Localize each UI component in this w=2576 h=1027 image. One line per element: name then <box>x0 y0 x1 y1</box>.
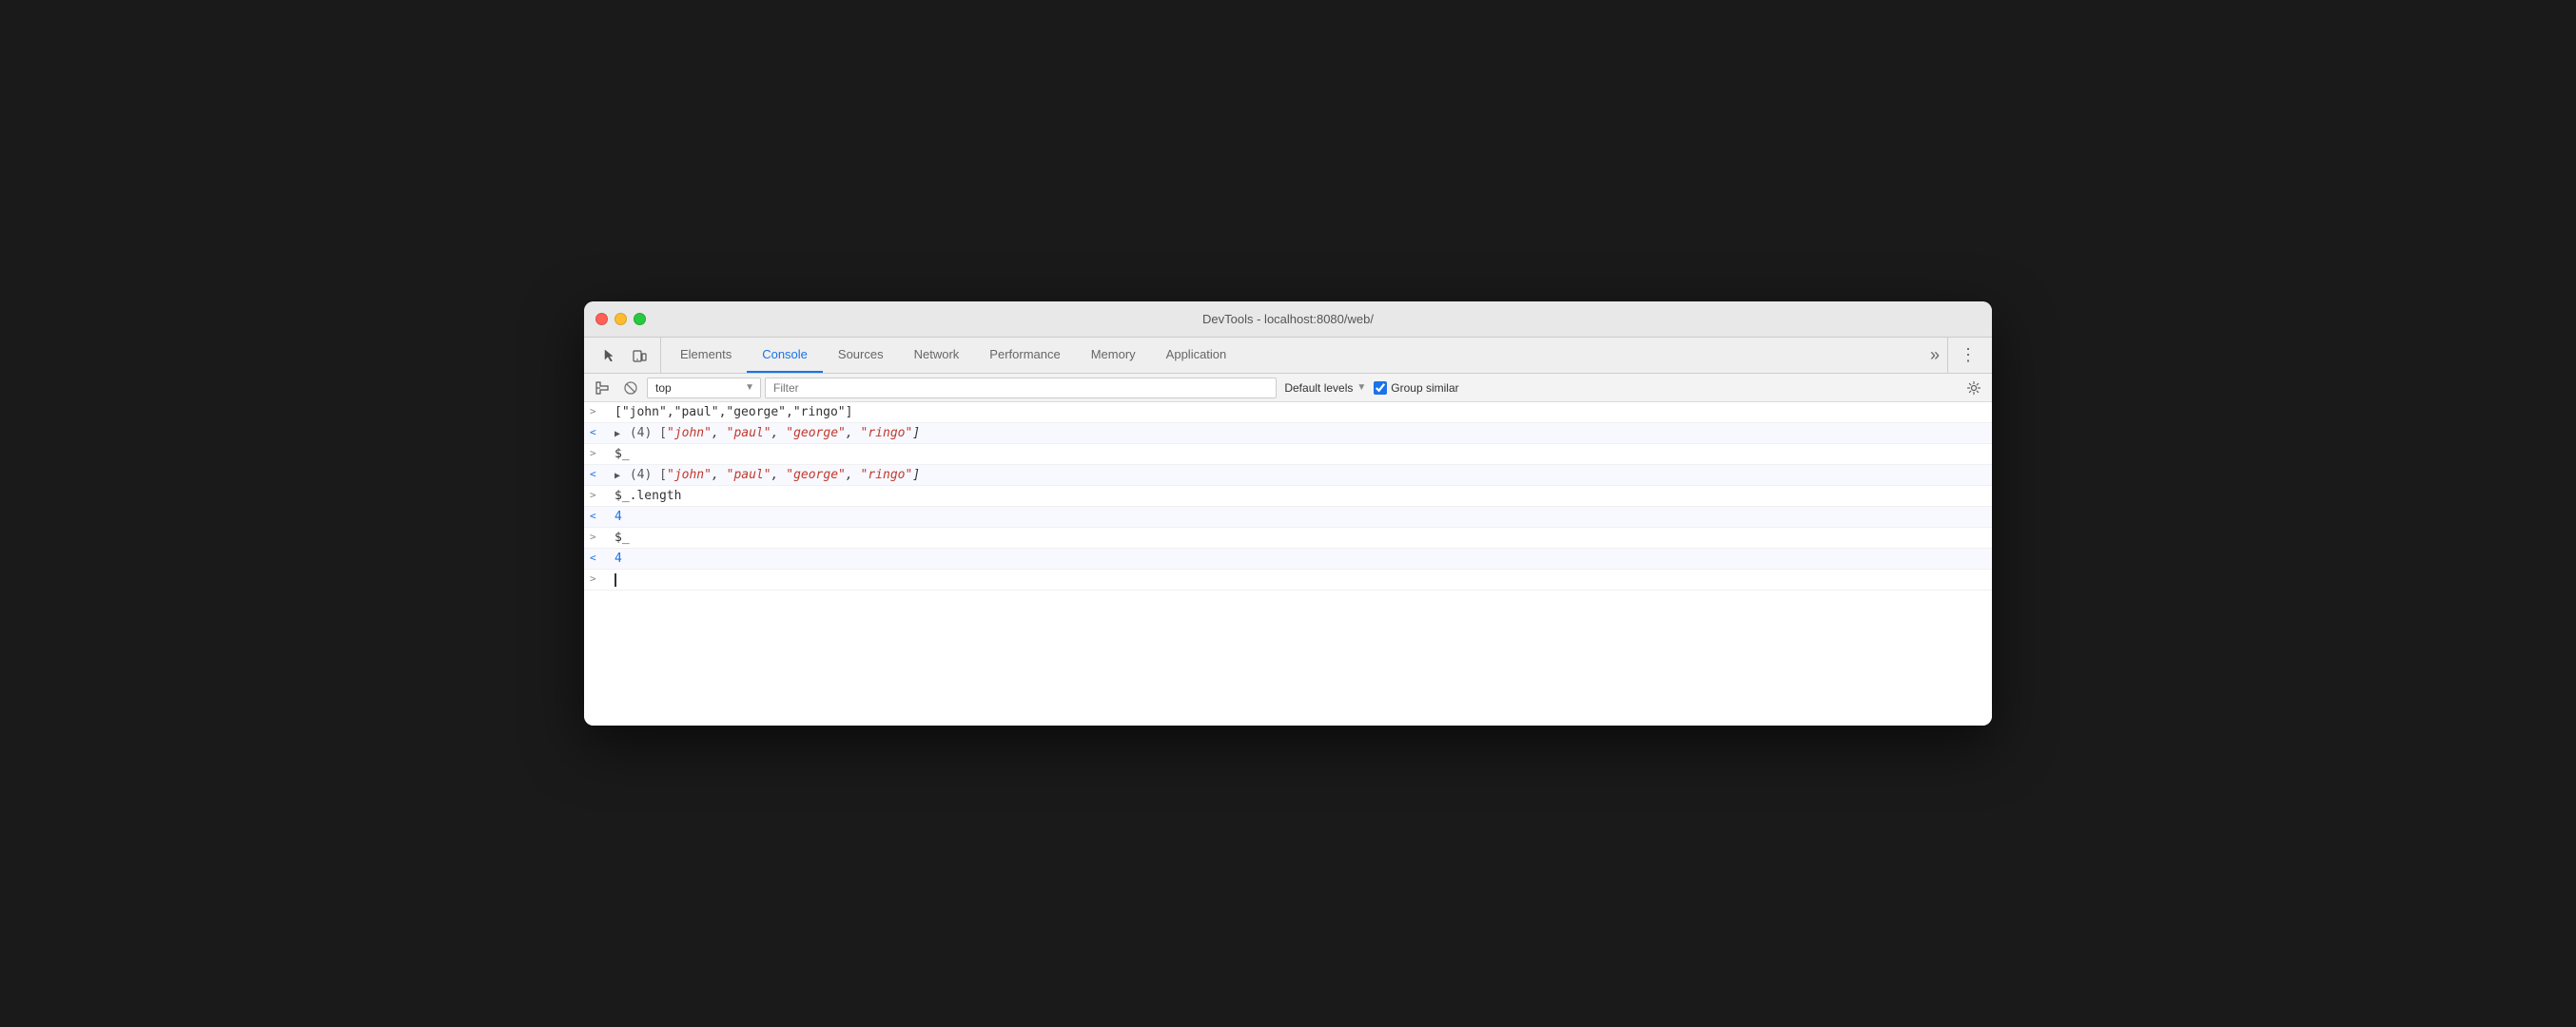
table-row: < ▶ (4) ["john", "paul", "george", "ring… <box>584 423 1992 444</box>
block-icon[interactable] <box>618 376 643 400</box>
chevron-down-icon: ▼ <box>745 382 754 393</box>
group-similar-label[interactable]: Group similar <box>1374 381 1458 395</box>
console-output-line: 4 <box>611 509 1992 525</box>
input-arrow: > <box>584 530 611 543</box>
input-arrow: > <box>584 404 611 417</box>
table-row: > $_ <box>584 444 1992 465</box>
table-row: < 4 <box>584 549 1992 570</box>
devtools-window: DevTools - localhost:8080/web/ Elements … <box>584 301 1992 726</box>
input-arrow: > <box>584 572 611 585</box>
minimize-button[interactable] <box>615 313 627 325</box>
table-row: > $_.length <box>584 486 1992 507</box>
tab-sources[interactable]: Sources <box>823 338 899 373</box>
console-settings-button[interactable] <box>1961 376 1986 400</box>
console-prompt[interactable] <box>611 572 1992 588</box>
output-arrow: < <box>584 425 611 438</box>
tab-bar-icons <box>588 338 661 373</box>
table-row: > ["john","paul","george","ringo"] <box>584 402 1992 423</box>
filter-input[interactable] <box>765 378 1277 398</box>
tab-memory[interactable]: Memory <box>1076 338 1151 373</box>
console-toolbar: top ▼ Default levels ▼ Group similar <box>584 374 1992 402</box>
console-output-line: ▶ (4) ["john", "paul", "george", "ringo"… <box>611 467 1992 483</box>
input-arrow: > <box>584 446 611 459</box>
console-output-line: ▶ (4) ["john", "paul", "george", "ringo"… <box>611 425 1992 441</box>
cursor-icon[interactable] <box>595 342 622 369</box>
tab-network[interactable]: Network <box>899 338 975 373</box>
output-arrow: < <box>584 467 611 480</box>
console-input-line: $_.length <box>611 488 1992 504</box>
output-arrow: < <box>584 551 611 564</box>
expand-arrow-icon[interactable]: ▶ <box>615 429 620 439</box>
context-dropdown[interactable]: top ▼ <box>647 378 761 398</box>
devtools-settings-button[interactable]: ⋮ <box>1947 338 1988 373</box>
console-output: > ["john","paul","george","ringo"] < ▶ (… <box>584 402 1992 726</box>
console-input-line: ["john","paul","george","ringo"] <box>611 404 1992 420</box>
tab-console[interactable]: Console <box>747 338 823 373</box>
device-icon[interactable] <box>626 342 653 369</box>
default-levels-button[interactable]: Default levels ▼ <box>1280 381 1370 395</box>
expand-arrow-icon[interactable]: ▶ <box>615 471 620 481</box>
console-input-line: $_ <box>611 446 1992 462</box>
tab-elements[interactable]: Elements <box>665 338 747 373</box>
input-arrow: > <box>584 488 611 501</box>
title-bar: DevTools - localhost:8080/web/ <box>584 301 1992 338</box>
console-prompt-row[interactable]: > <box>584 570 1992 591</box>
chevron-down-icon: ▼ <box>1356 382 1366 393</box>
console-output-line: 4 <box>611 551 1992 567</box>
group-similar-checkbox[interactable] <box>1374 381 1387 395</box>
table-row: > $_ <box>584 528 1992 549</box>
close-button[interactable] <box>595 313 608 325</box>
more-tabs-button[interactable]: » <box>1922 338 1947 373</box>
clear-console-button[interactable] <box>590 376 615 400</box>
tab-application[interactable]: Application <box>1151 338 1242 373</box>
table-row: < 4 <box>584 507 1992 528</box>
console-input-line: $_ <box>611 530 1992 546</box>
tab-bar: Elements Console Sources Network Perform… <box>584 338 1992 374</box>
tab-performance[interactable]: Performance <box>974 338 1075 373</box>
table-row: < ▶ (4) ["john", "paul", "george", "ring… <box>584 465 1992 486</box>
maximize-button[interactable] <box>634 313 646 325</box>
window-title: DevTools - localhost:8080/web/ <box>1202 312 1374 326</box>
traffic-lights <box>595 313 646 325</box>
output-arrow: < <box>584 509 611 522</box>
